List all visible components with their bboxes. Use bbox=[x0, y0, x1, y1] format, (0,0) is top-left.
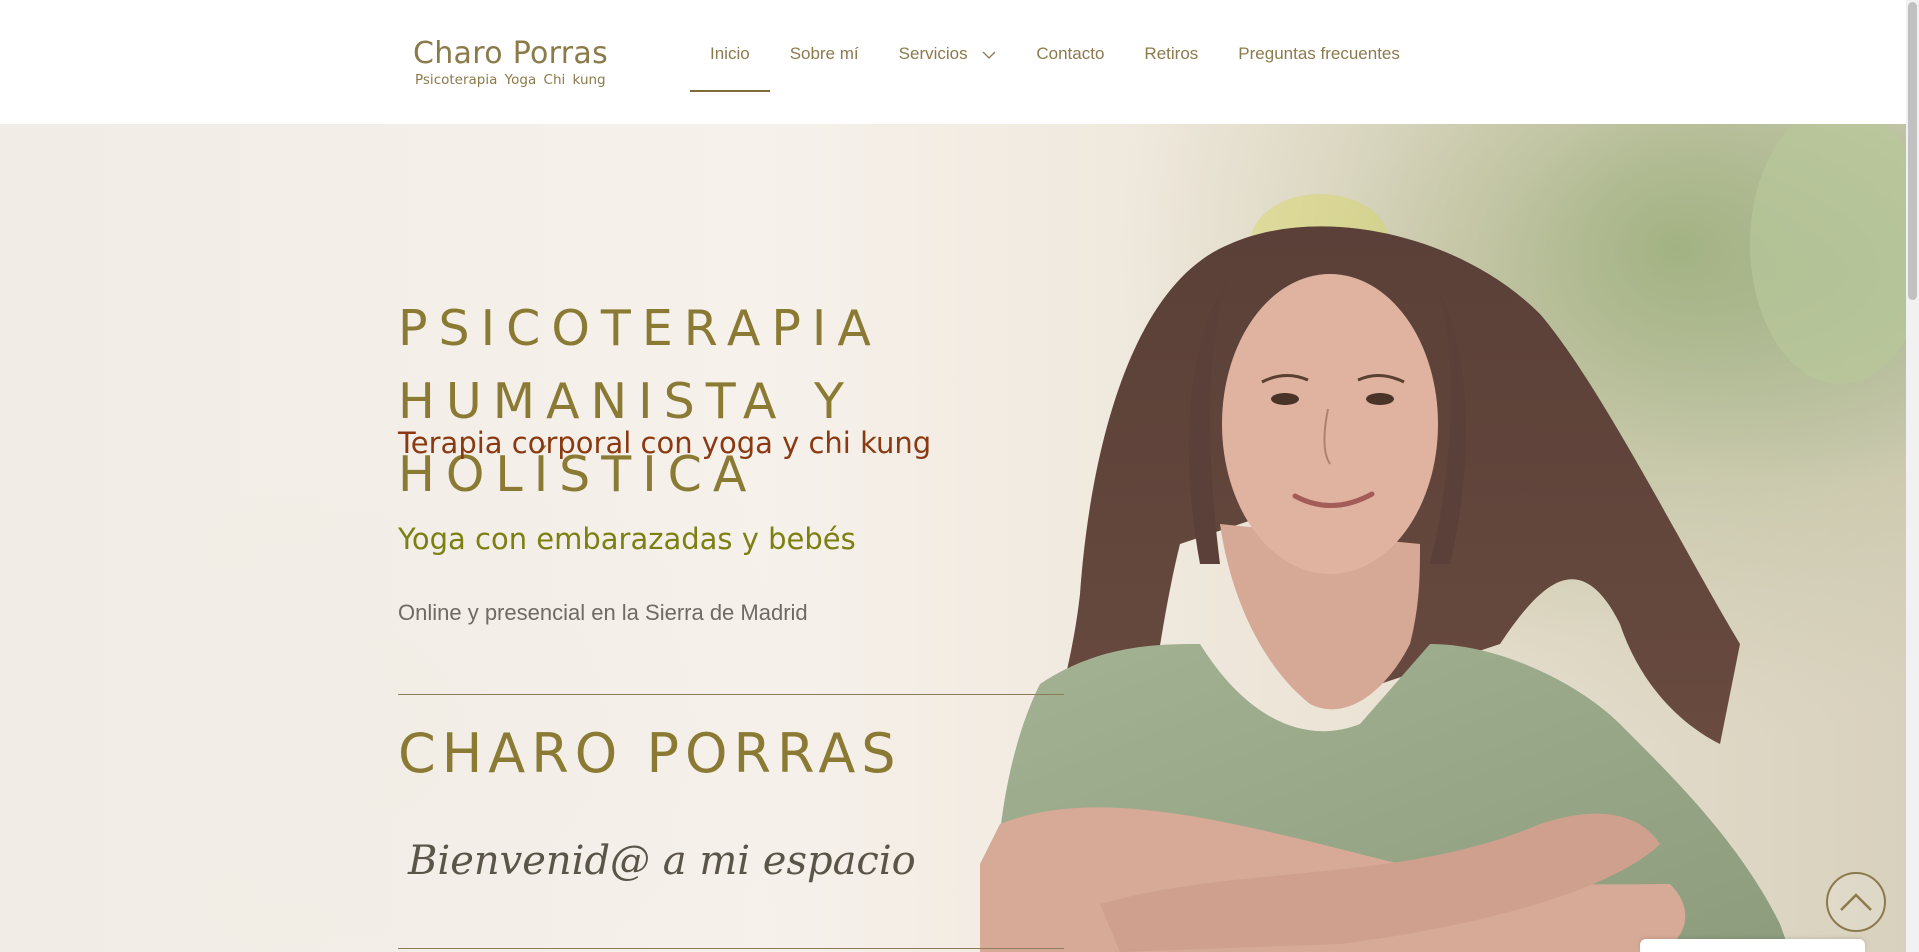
nav-item-retiros[interactable]: Retiros bbox=[1124, 44, 1218, 90]
chevron-down-icon bbox=[982, 51, 996, 59]
main-nav: Inicio Sobre mí Servicios Contacto Retir… bbox=[690, 44, 1420, 92]
nav-item-contacto[interactable]: Contacto bbox=[1016, 44, 1124, 90]
hero-name: CHARO PORRAS bbox=[398, 722, 902, 785]
site-header: Charo Porras Psicoterapia Yoga Chi kung … bbox=[0, 0, 1906, 124]
nav-item-sobre-mi[interactable]: Sobre mí bbox=[770, 44, 879, 90]
hero-heading: PSICOTERAPIA HUMANISTA Y HOLÍSTICA bbox=[398, 292, 882, 511]
floating-widget-tab[interactable] bbox=[1640, 939, 1865, 952]
hero-subheading-therapy: Terapia corporal con yoga y chi kung bbox=[398, 426, 932, 460]
nav-item-label: Inicio bbox=[710, 44, 750, 63]
hero-location-text: Online y presencial en la Sierra de Madr… bbox=[398, 600, 808, 625]
site-logo[interactable]: Charo Porras Psicoterapia Yoga Chi kung bbox=[413, 36, 608, 88]
nav-item-preguntas-frecuentes[interactable]: Preguntas frecuentes bbox=[1218, 44, 1420, 90]
chevron-up-icon bbox=[1840, 893, 1872, 911]
logo-subtitle: Psicoterapia Yoga Chi kung bbox=[415, 72, 606, 88]
nav-item-servicios[interactable]: Servicios bbox=[879, 44, 1017, 90]
logo-title: Charo Porras bbox=[413, 36, 609, 71]
nav-item-label: Retiros bbox=[1144, 44, 1199, 63]
page-scrollbar[interactable] bbox=[1906, 0, 1919, 952]
hero-heading-line: PSICOTERAPIA bbox=[398, 300, 882, 357]
nav-item-label: Preguntas frecuentes bbox=[1238, 44, 1400, 63]
welcome-text: Bienvenid@ a mi espacio bbox=[408, 838, 916, 884]
nav-item-inicio[interactable]: Inicio bbox=[690, 44, 770, 92]
divider bbox=[398, 694, 1064, 695]
nav-item-label: Sobre mí bbox=[789, 44, 859, 63]
hero-subheading-yoga: Yoga con embarazadas y bebés bbox=[398, 522, 856, 556]
hero-portrait-image bbox=[980, 124, 1906, 952]
back-to-top-button[interactable] bbox=[1826, 872, 1886, 932]
scrollbar-thumb[interactable] bbox=[1908, 2, 1917, 300]
hero-section: PSICOTERAPIA HUMANISTA Y HOLÍSTICA bbox=[0, 124, 1906, 952]
nav-item-label: Contacto bbox=[1036, 44, 1105, 63]
divider bbox=[398, 948, 1064, 949]
nav-item-label: Servicios bbox=[898, 44, 968, 63]
